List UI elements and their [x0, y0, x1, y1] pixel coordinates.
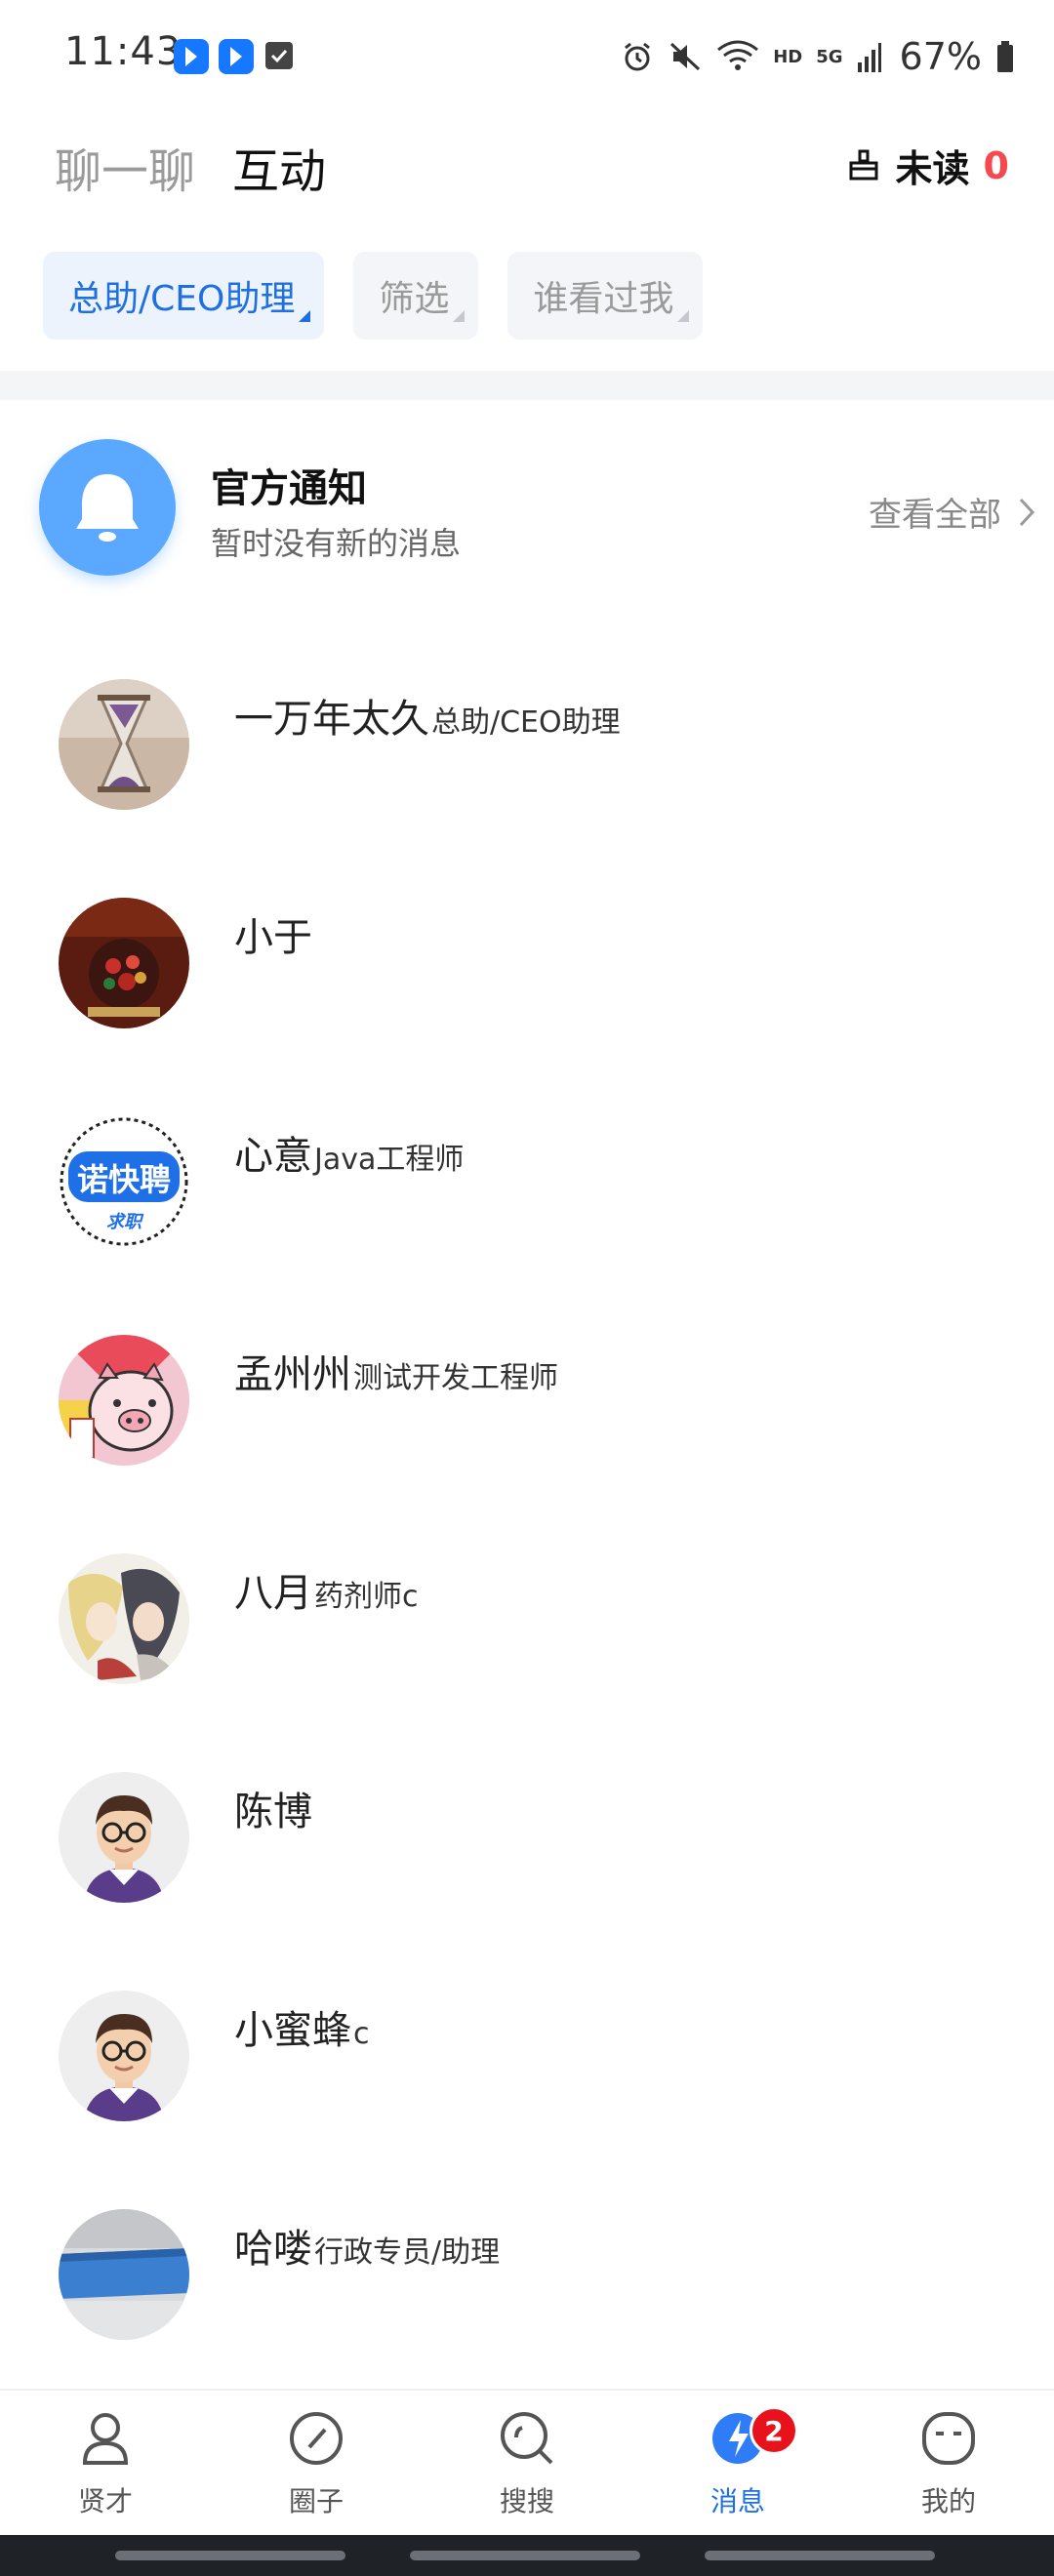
nav-label: 我的: [920, 2485, 976, 2517]
nav-talent[interactable]: 贤才: [27, 2404, 183, 2531]
dropdown-triangle-icon: [453, 310, 466, 322]
nav-label: 圈子: [288, 2485, 344, 2517]
filter-screen-chip[interactable]: 筛选: [353, 252, 479, 340]
system-nav-bar: [0, 2535, 1054, 2576]
filter-screen-label: 筛选: [379, 279, 450, 319]
filter-job-label: 总助/CEO助理: [68, 279, 296, 319]
unread-count: 0: [983, 143, 1009, 187]
unread-filter[interactable]: 未读 0: [845, 139, 1009, 192]
unread-label: 未读: [895, 147, 970, 190]
filter-viewed-me-label: 谁看过我: [533, 279, 674, 319]
contact-job: c: [353, 2017, 370, 2051]
contact-job: 总助/CEO助理: [431, 705, 621, 740]
wifi-icon: [717, 40, 759, 70]
recruit-logo-text: 诺快聘: [76, 1161, 171, 1198]
bottom-nav: 贤才 圈子 搜搜 消息 2 我的: [0, 2389, 1054, 2535]
app-notification-icon: [174, 39, 209, 74]
header: 聊一聊 互动 未读 0: [0, 113, 1054, 211]
contact-name: 小蜜蜂c: [234, 2008, 370, 2053]
status-time: 11:43: [64, 29, 182, 74]
chevron-right-icon: [1019, 498, 1035, 526]
list-item[interactable]: 哈喽行政专员/助理: [0, 2174, 1054, 2369]
tab-chat[interactable]: 聊一聊: [55, 133, 195, 201]
nav-label: 搜搜: [499, 2485, 554, 2517]
dropdown-triangle-icon: [299, 310, 311, 322]
avatar: [59, 2209, 189, 2340]
contact-name: 八月药剂师c: [234, 1571, 419, 1616]
recruit-logo-tag: 求职: [106, 1212, 142, 1232]
filter-viewed-me-chip[interactable]: 谁看过我: [507, 252, 704, 340]
filter-job-chip[interactable]: 总助/CEO助理: [43, 252, 325, 340]
network-label: 5G: [816, 46, 843, 67]
nav-messages[interactable]: 消息 2: [660, 2404, 816, 2531]
nav-circle[interactable]: 圈子: [238, 2404, 394, 2531]
nav-label: 消息: [709, 2485, 765, 2517]
list-item[interactable]: 八月药剂师c: [0, 1518, 1054, 1713]
face-icon: [922, 2412, 975, 2465]
mute-icon: [670, 42, 701, 71]
contact-job: 药剂师c: [314, 1580, 419, 1614]
contact-name: 一万年太久总助/CEO助理: [234, 697, 621, 742]
list-item[interactable]: 孟州州测试开发工程师: [0, 1300, 1054, 1495]
app-notification-icon: [219, 39, 254, 74]
contact-name: 心意Java工程师: [234, 1134, 465, 1179]
avatar: [59, 679, 189, 810]
dropdown-triangle-icon: [677, 310, 690, 322]
contact-job: 测试开发工程师: [353, 1361, 558, 1395]
avatar: [59, 898, 189, 1028]
message-badge: 2: [750, 2406, 798, 2455]
contact-name: 哈喽行政专员/助理: [234, 2227, 501, 2272]
nav-label: 贤才: [77, 2485, 133, 2517]
contact-name: 小于: [234, 915, 312, 960]
filter-bar: 总助/CEO助理 筛选 谁看过我: [43, 252, 704, 342]
alarm-icon: [625, 42, 651, 71]
person-icon: [82, 2413, 129, 2465]
hd-label: HD: [773, 46, 803, 67]
list-item[interactable]: 小蜜蜂c: [0, 1955, 1054, 2151]
compass-icon: [290, 2412, 343, 2465]
avatar: [59, 1335, 189, 1466]
view-all-label: 查看全部: [869, 496, 1001, 535]
avatar: [59, 1772, 189, 1903]
avatar: [59, 1991, 189, 2121]
notice-subtitle: 暂时没有新的消息: [211, 525, 462, 562]
clear-unread-icon: [849, 149, 878, 180]
recent-apps-pill[interactable]: [115, 2551, 345, 2560]
contact-job: Java工程师: [314, 1143, 465, 1177]
back-pill[interactable]: [705, 2551, 935, 2560]
contact-name: 陈博: [234, 1790, 312, 1834]
avatar: [59, 1553, 189, 1684]
battery-percent: 67%: [899, 35, 982, 78]
notice-title: 官方通知: [211, 466, 367, 511]
section-divider: [0, 371, 1054, 400]
battery-icon: [997, 41, 1013, 72]
avatar: 诺快聘 求职: [59, 1116, 189, 1247]
search-icon: [501, 2412, 553, 2465]
nav-search[interactable]: 搜搜: [449, 2404, 605, 2531]
bell-icon: [39, 439, 176, 576]
tab-interact[interactable]: 互动: [232, 133, 326, 201]
contact-job: 行政专员/助理: [314, 2235, 501, 2270]
view-all-link[interactable]: 查看全部: [869, 488, 1036, 536]
list-item[interactable]: 一万年太久总助/CEO助理: [0, 644, 1054, 839]
checkbox-notification-icon: [265, 42, 293, 69]
status-bar: 11:43 HD 5G 67%: [0, 0, 1054, 113]
status-indicators: HD 5G 67%: [621, 29, 1015, 84]
list-item[interactable]: 陈博: [0, 1737, 1054, 1932]
home-pill[interactable]: [410, 2551, 640, 2560]
contact-name: 孟州州测试开发工程师: [234, 1352, 558, 1397]
signal-icon: [857, 43, 881, 72]
nav-profile[interactable]: 我的: [871, 2404, 1027, 2531]
list-item[interactable]: 小于: [0, 863, 1054, 1058]
list-item[interactable]: 诺快聘 求职 心意Java工程师: [0, 1081, 1054, 1276]
official-notice-row[interactable]: 官方通知 暂时没有新的消息 查看全部: [0, 429, 1054, 585]
